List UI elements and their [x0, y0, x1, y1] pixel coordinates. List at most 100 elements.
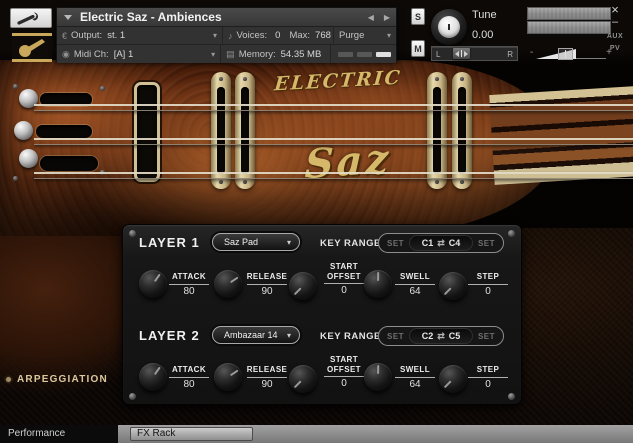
midi-label: Midi Ch: [73, 48, 109, 60]
chevron-down-icon: ▾ [386, 31, 391, 40]
layer1-range-display[interactable]: C1 ⇄ C4 [409, 235, 473, 251]
prev-instrument-icon[interactable]: ◀ [368, 13, 374, 22]
instrument-title: Electric Saz - Ambiences [80, 10, 222, 24]
voices-value: 0 [275, 30, 281, 41]
range-arrow-icon: ⇄ [437, 330, 445, 341]
string-course [34, 172, 633, 179]
arpeggiation-label: ARPEGGIATION [17, 374, 108, 385]
output-label: Output: [71, 30, 103, 41]
layer1-range-high: C4 [448, 238, 461, 248]
layer1-key-range-label: KEY RANGE [320, 238, 381, 249]
screw-icon [13, 176, 18, 181]
led-indicator [338, 51, 353, 57]
close-icon[interactable]: × [600, 3, 630, 16]
layer2-preset-value: Ambazaar 14 [224, 330, 278, 340]
layer2-step-readout: STEP 0 [461, 365, 515, 390]
layer2-key-range: SET C2 ⇄ C5 SET [378, 326, 504, 346]
voices-icon: ♪ [228, 30, 233, 41]
max-label: Max: [289, 30, 311, 41]
midi-value: [A] 1 [113, 48, 134, 60]
tuning-peg [19, 149, 38, 168]
layer1-set-low-button[interactable]: SET [387, 239, 404, 248]
layer1-preset-value: Saz Pad [224, 237, 259, 247]
purge-menu[interactable]: Purge ▾ [334, 27, 396, 44]
chevron-down-icon: ▾ [212, 31, 217, 40]
layer2-preset-dropdown[interactable]: Ambazaar 14 ▾ [212, 326, 300, 344]
tune-knob-cap [438, 16, 460, 38]
output-value: st. 1 [107, 30, 126, 41]
layer1-key-range: SET C1 ⇄ C4 SET [378, 233, 504, 253]
led-indicator-lit [376, 51, 391, 57]
layer2-set-high-button[interactable]: SET [478, 332, 495, 341]
voices-readout: ♪ Voices: 0 Max: 768 [223, 27, 334, 44]
pan-handle[interactable] [453, 48, 470, 59]
layer1-step-readout: STEP 0 [461, 272, 515, 297]
output-meter-right [527, 21, 611, 34]
purge-state-leds [331, 45, 396, 63]
range-arrow-icon: ⇄ [437, 237, 445, 248]
peg-slot [40, 156, 98, 171]
pan-right-label: R [507, 50, 513, 59]
output-icon: € [62, 30, 68, 41]
purge-label: Purge [339, 30, 365, 41]
output-meter-left [527, 7, 611, 20]
layer1-set-high-button[interactable]: SET [478, 239, 495, 248]
wrench-icon [17, 12, 38, 25]
instrument-header: Electric Saz - Ambiences ◀ ▶ € Output: s… [56, 7, 397, 63]
layer1-title: LAYER 1 [139, 235, 200, 250]
layer2-range-low: C2 [421, 331, 434, 341]
aux-toggle[interactable]: AUX [600, 33, 630, 40]
tune-knob[interactable] [431, 9, 467, 45]
layer2-attack-readout: ATTACK 80 [162, 365, 216, 390]
layer1-range-low: C1 [421, 238, 434, 248]
max-value: 768 [315, 30, 331, 41]
screw-icon [100, 86, 105, 91]
peg-slot [36, 125, 92, 138]
tuning-peg [14, 121, 33, 140]
memory-icon: ▤ [226, 48, 235, 59]
pv-toggle[interactable]: PV [600, 45, 630, 52]
instrument-logo [12, 33, 52, 62]
layer1-start-offset-knob[interactable] [289, 272, 317, 300]
volume-minus-label: - [530, 47, 534, 58]
kontakt-instrument-window: ELECTRIC Saz Electric Saz - Ambiences ◀ … [0, 0, 633, 443]
layer1-attack-readout: ATTACK 80 [162, 272, 216, 297]
tab-bar: Performance FX Rack [0, 425, 633, 443]
tab-fx-rack[interactable]: FX Rack [130, 427, 253, 441]
layer1-release-knob[interactable] [214, 270, 242, 298]
arpeggiation-led [6, 377, 11, 382]
layer2-set-low-button[interactable]: SET [387, 332, 404, 341]
layer2-key-range-label: KEY RANGE [320, 331, 381, 342]
output-select[interactable]: € Output: st. 1 ▾ [57, 27, 223, 44]
layer1-preset-dropdown[interactable]: Saz Pad ▾ [212, 233, 300, 251]
wrench-button[interactable] [10, 8, 52, 28]
memory-value: 54.35 MB [280, 48, 322, 60]
chevron-down-icon: ▾ [211, 49, 216, 59]
instrument-title-bar[interactable]: Electric Saz - Ambiences ◀ ▶ [57, 8, 396, 27]
volume-handle[interactable] [558, 48, 573, 60]
midi-channel-select[interactable]: ◉ Midi Ch: [A] 1 ▾ [57, 45, 222, 63]
tab-performance[interactable]: Performance [0, 425, 118, 443]
performance-panel: LAYER 1 Saz Pad ▾ KEY RANGE SET C1 ⇄ C4 … [122, 224, 522, 405]
pan-slider[interactable]: L R [431, 46, 518, 61]
minimize-icon[interactable]: – [600, 16, 630, 29]
pan-left-label: L [436, 50, 441, 59]
screw-icon [13, 84, 18, 89]
arpeggiation-section-toggle[interactable]: ARPEGGIATION [0, 374, 108, 385]
string-course [34, 138, 633, 145]
chevron-down-icon: ▾ [286, 237, 291, 247]
next-instrument-icon[interactable]: ▶ [384, 13, 390, 22]
layer2-release-knob[interactable] [214, 363, 242, 391]
midi-icon: ◉ [62, 48, 70, 59]
saz-logo-icon [19, 38, 45, 57]
layer2-range-high: C5 [448, 331, 461, 341]
voices-label: Voices: [236, 30, 268, 41]
layer2-title: LAYER 2 [139, 328, 200, 343]
pickup-slot [134, 82, 160, 182]
mute-button[interactable]: M [411, 40, 425, 57]
solo-button[interactable]: S [411, 8, 425, 25]
collapse-arrow-icon[interactable] [64, 14, 72, 20]
string-course [34, 104, 633, 111]
layer2-start-offset-knob[interactable] [289, 365, 317, 393]
layer2-range-display[interactable]: C2 ⇄ C5 [409, 328, 473, 344]
